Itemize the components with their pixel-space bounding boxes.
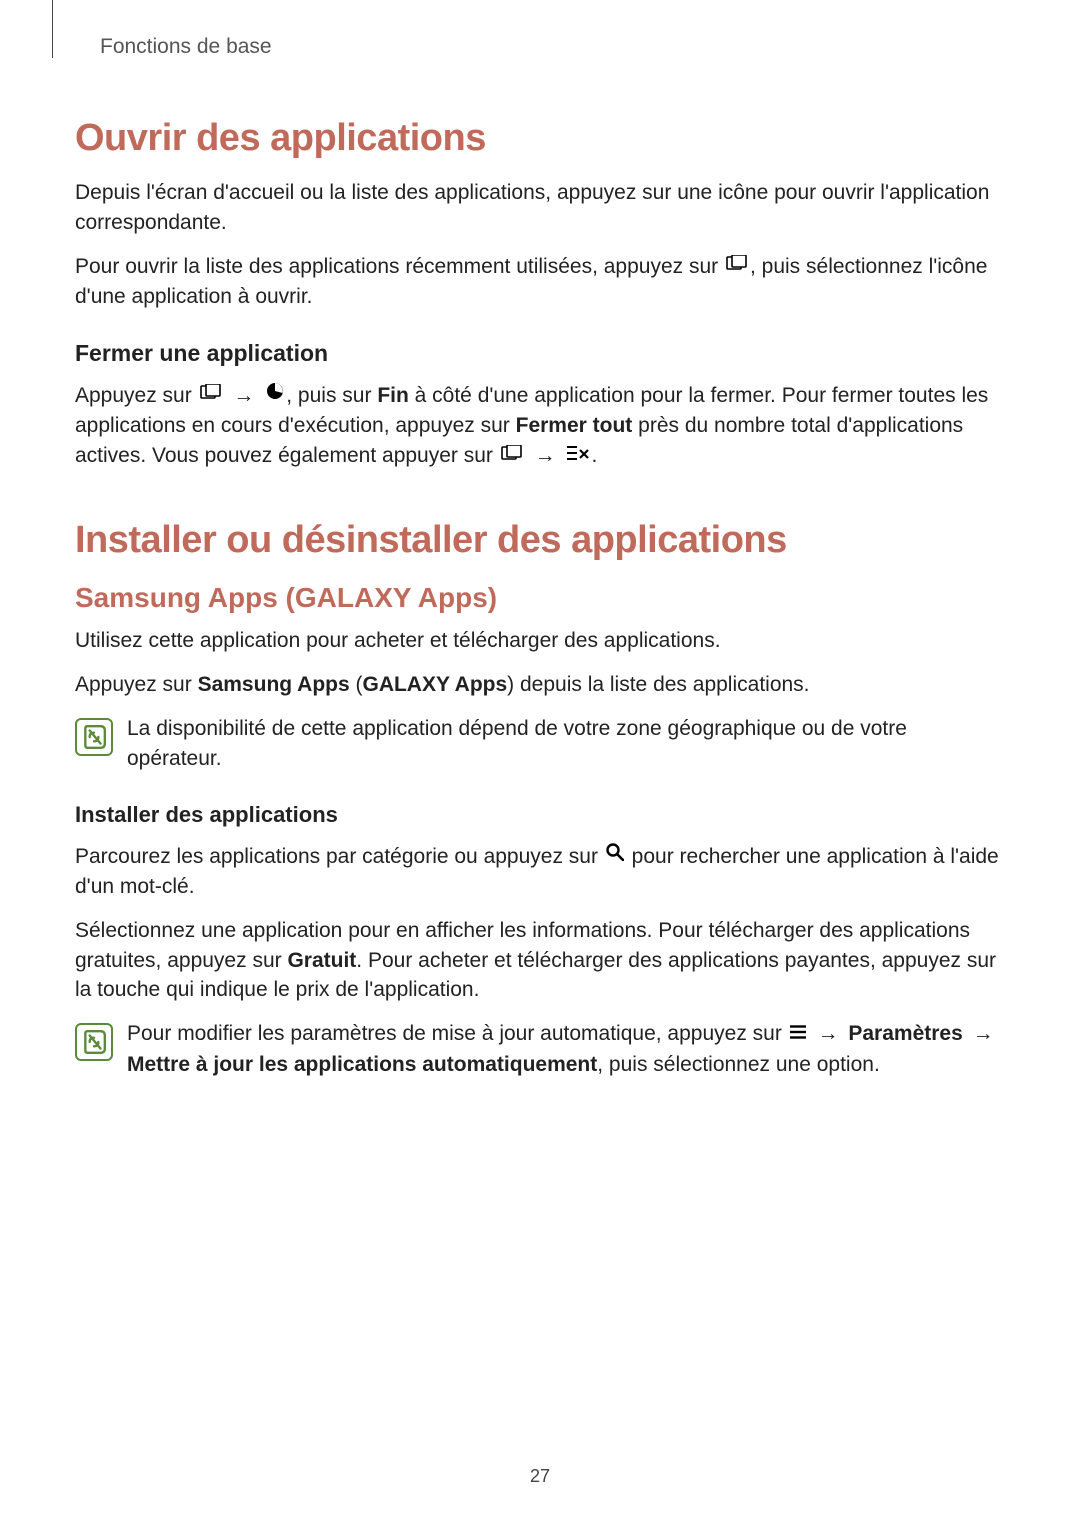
- note-icon: [75, 1023, 113, 1061]
- paragraph: Parcourez les applications par catégorie…: [75, 842, 1005, 902]
- arrow-icon: →: [535, 441, 556, 471]
- recent-apps-icon: [200, 379, 222, 409]
- note-text: La disponibilité de cette application dé…: [127, 714, 1005, 774]
- arrow-icon: →: [973, 1019, 994, 1049]
- note-block: La disponibilité de cette application dé…: [75, 714, 1005, 774]
- recent-apps-icon: [726, 250, 748, 280]
- note-text: Pour modifier les paramètres de mise à j…: [127, 1019, 1005, 1079]
- arrow-icon: →: [818, 1019, 839, 1049]
- breadcrumb-title: Fonctions de base: [100, 35, 1005, 59]
- heading-open-apps: Ouvrir des applications: [75, 117, 1005, 160]
- bold-text: Samsung Apps: [198, 673, 350, 696]
- recent-apps-icon: [501, 440, 523, 470]
- paragraph: Appuyez sur Samsung Apps (GALAXY Apps) d…: [75, 670, 1005, 700]
- text: , puis sur: [286, 384, 377, 407]
- text: , puis sélectionnez une option.: [597, 1053, 880, 1076]
- close-all-icon: [567, 440, 589, 470]
- paragraph: Utilisez cette application pour acheter …: [75, 626, 1005, 656]
- heading-install-uninstall: Installer ou désinstaller des applicatio…: [75, 519, 1005, 562]
- text: ) depuis la liste des applications.: [507, 673, 809, 696]
- paragraph: Pour ouvrir la liste des applications ré…: [75, 252, 1005, 312]
- header-divider: [52, 0, 53, 58]
- note-icon: [75, 718, 113, 756]
- bold-text: Paramètres: [848, 1022, 962, 1045]
- heading-close-app: Fermer une application: [75, 340, 1005, 367]
- text: Appuyez sur: [75, 673, 198, 696]
- heading-samsung-apps: Samsung Apps (GALAXY Apps): [75, 582, 1005, 614]
- text: (: [350, 673, 363, 696]
- text: Parcourez les applications par catégorie…: [75, 845, 604, 868]
- bold-text: Fermer tout: [516, 414, 633, 437]
- bold-text: GALAXY Apps: [362, 673, 507, 696]
- page: Fonctions de base Ouvrir des application…: [0, 0, 1080, 1527]
- content-area: Fonctions de base Ouvrir des application…: [75, 35, 1005, 1093]
- pie-icon: [266, 379, 284, 409]
- search-icon: [606, 840, 624, 870]
- note-block: Pour modifier les paramètres de mise à j…: [75, 1019, 1005, 1079]
- text: Appuyez sur: [75, 384, 198, 407]
- text: Pour ouvrir la liste des applications ré…: [75, 255, 724, 278]
- bold-text: Gratuit: [287, 949, 356, 972]
- bold-text: Fin: [377, 384, 409, 407]
- paragraph: Sélectionnez une application pour en aff…: [75, 916, 1005, 1005]
- page-number: 27: [0, 1466, 1080, 1487]
- heading-install-apps: Installer des applications: [75, 802, 1005, 828]
- paragraph: Appuyez sur → , puis sur Fin à côté d'un…: [75, 381, 1005, 472]
- paragraph: Depuis l'écran d'accueil ou la liste des…: [75, 178, 1005, 238]
- text: .: [591, 444, 597, 467]
- text: Pour modifier les paramètres de mise à j…: [127, 1022, 788, 1045]
- menu-icon: [790, 1018, 806, 1048]
- bold-text: Mettre à jour les applications automatiq…: [127, 1053, 597, 1076]
- arrow-icon: →: [233, 381, 254, 411]
